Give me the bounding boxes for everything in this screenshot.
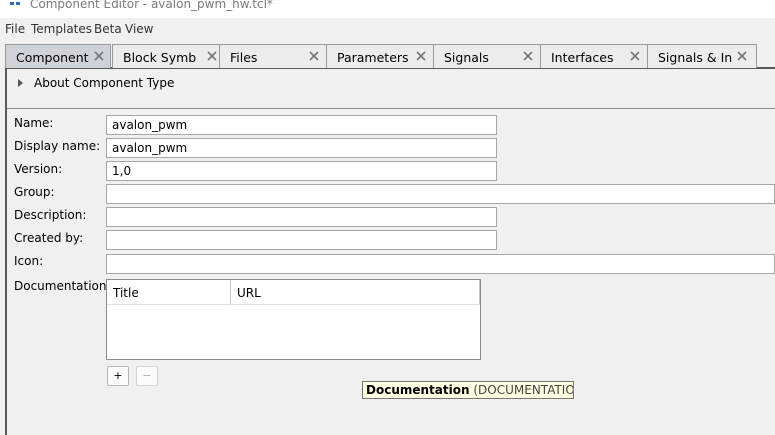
tooltip-detail: (DOCUMENTATION): bbox=[473, 383, 574, 397]
display-name-field[interactable] bbox=[106, 138, 497, 158]
tab-parameters[interactable]: Parameters bbox=[326, 44, 434, 68]
tab-component[interactable]: Component bbox=[5, 44, 111, 68]
tooltip-title: Documentation bbox=[366, 383, 470, 397]
display-name-label: Display name: bbox=[14, 139, 101, 153]
menu-templates[interactable]: Templates bbox=[31, 22, 92, 36]
close-icon[interactable] bbox=[93, 50, 105, 62]
section-divider bbox=[7, 108, 775, 109]
window-title: Component Editor - avalon_pwm_hw.tcl* bbox=[30, 0, 273, 11]
close-icon[interactable] bbox=[206, 50, 218, 62]
tab-signals[interactable]: Signals bbox=[433, 44, 541, 68]
tab-signals-and-interfaces[interactable]: Signals & In bbox=[647, 44, 757, 68]
documentation-label: Documentation: bbox=[14, 279, 111, 293]
tab-label: Signals bbox=[444, 50, 489, 65]
group-label: Group: bbox=[14, 185, 55, 199]
close-icon[interactable] bbox=[629, 50, 641, 62]
close-icon[interactable] bbox=[522, 50, 534, 62]
component-editor-icon bbox=[10, 2, 20, 5]
expand-arrow-icon bbox=[18, 79, 23, 87]
tab-interfaces[interactable]: Interfaces bbox=[540, 44, 648, 68]
tab-files[interactable]: Files bbox=[219, 44, 327, 68]
name-label: Name: bbox=[14, 116, 54, 130]
menu-file[interactable]: File bbox=[5, 22, 25, 36]
title-bar: Component Editor - avalon_pwm_hw.tcl* bbox=[0, 0, 775, 18]
add-documentation-button[interactable]: + bbox=[107, 366, 129, 386]
description-label: Description: bbox=[14, 208, 87, 222]
menu-beta[interactable]: Beta bbox=[94, 22, 122, 36]
version-label: Version: bbox=[14, 162, 63, 176]
menu-view[interactable]: View bbox=[125, 22, 153, 36]
created-by-field[interactable] bbox=[106, 230, 497, 250]
created-by-label: Created by: bbox=[14, 231, 84, 245]
documentation-table[interactable]: Title URL bbox=[106, 279, 481, 360]
about-component-type-label: About Component Type bbox=[34, 76, 175, 90]
close-icon[interactable] bbox=[736, 50, 748, 62]
tab-label: Block Symb bbox=[123, 50, 197, 65]
name-field[interactable] bbox=[106, 115, 497, 135]
menu-bar: File Templates Beta View bbox=[0, 19, 775, 39]
tab-strip: Component Block Symb Files Parameters Si… bbox=[5, 44, 775, 69]
column-header-url[interactable]: URL bbox=[231, 280, 480, 305]
column-header-title[interactable]: Title bbox=[107, 280, 231, 305]
close-icon[interactable] bbox=[415, 50, 427, 62]
tab-label: Files bbox=[230, 50, 258, 65]
version-field[interactable] bbox=[106, 161, 497, 181]
group-field[interactable] bbox=[106, 184, 775, 204]
column-title-label: Title bbox=[113, 286, 139, 300]
documentation-tooltip: Documentation (DOCUMENTATION): bbox=[362, 381, 574, 399]
remove-documentation-button[interactable]: − bbox=[136, 366, 158, 386]
description-field[interactable] bbox=[106, 207, 497, 227]
tab-label: Parameters bbox=[337, 50, 409, 65]
tab-label: Signals & In bbox=[658, 50, 733, 65]
tab-block-symbol[interactable]: Block Symb bbox=[112, 44, 224, 68]
icon-field[interactable] bbox=[106, 254, 775, 274]
tab-label: Component bbox=[16, 50, 89, 65]
tab-label: Interfaces bbox=[551, 50, 614, 65]
close-icon[interactable] bbox=[308, 50, 320, 62]
icon-label: Icon: bbox=[14, 254, 44, 268]
column-url-label: URL bbox=[237, 286, 261, 300]
